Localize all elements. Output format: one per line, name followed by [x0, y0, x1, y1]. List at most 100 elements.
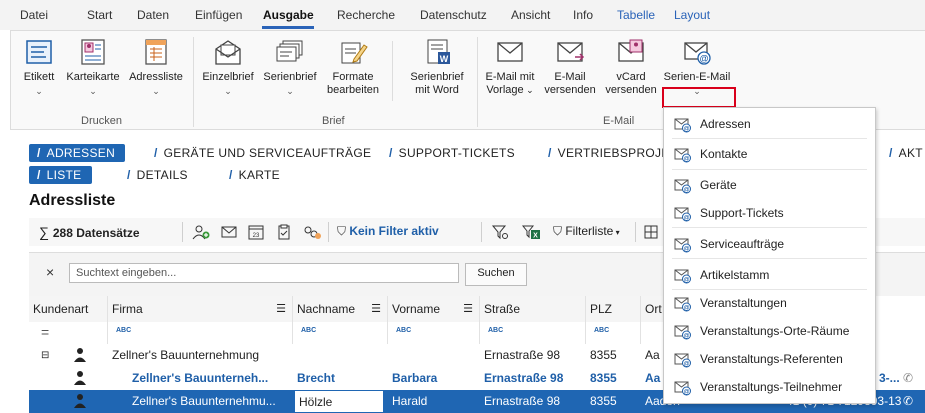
search-button[interactable]: Suchen — [465, 263, 527, 286]
col-header-strasse[interactable]: Straße — [480, 296, 586, 322]
tab-support-label: SUPPORT-TICKETS — [398, 146, 515, 160]
grid-view-icon[interactable] — [643, 224, 659, 243]
email-vorlage-label-1: E-Mail mit — [485, 71, 535, 83]
cell-firma: Zellner's Bauunterneh... — [132, 371, 269, 385]
vcard-versenden-button[interactable]: vCard versenden — [601, 37, 661, 97]
svg-text:X: X — [533, 233, 538, 240]
clear-search-icon[interactable]: × — [46, 264, 54, 280]
filter-cell-nachname[interactable]: ABC — [293, 322, 388, 344]
dropdown-item-veranstaltungs-referenten[interactable]: @ Veranstaltungs-Referenten — [664, 346, 875, 372]
person-icon — [69, 390, 99, 413]
dropdown-item-adressen[interactable]: @ Adressen — [664, 111, 875, 137]
excel-export-icon[interactable]: X — [521, 224, 541, 243]
equals-icon: = — [41, 324, 50, 340]
karteikarte-label: Karteikarte — [66, 71, 120, 83]
email-at-icon: @ — [674, 118, 691, 133]
filter-cell-vorname[interactable]: ABC — [388, 322, 480, 344]
menu-daten[interactable]: Daten — [137, 8, 169, 22]
dropdown-item-geraete[interactable]: @ Geräte — [664, 172, 875, 198]
active-tab-underline — [262, 26, 314, 29]
tab-liste[interactable]: / LISTE — [29, 166, 92, 184]
col-header-kundenart[interactable]: Kundenart — [29, 296, 108, 322]
tab-karte[interactable]: / KARTE — [229, 168, 280, 182]
link-icon[interactable] — [302, 224, 322, 243]
serienbrief-button[interactable]: Serienbrief ⌄ — [260, 37, 320, 98]
phone-icon[interactable]: ✆ — [899, 367, 919, 390]
tab-aktivitaeten[interactable]: / AKT — [889, 146, 923, 160]
dropdown-item-label: Veranstaltungs-Teilnehmer — [700, 380, 843, 394]
menu-datenschutz[interactable]: Datenschutz — [420, 8, 487, 22]
dropdown-item-veranstaltungs-teilnehmer[interactable]: @ Veranstaltungs-Teilnehmer — [664, 374, 875, 400]
mail-icon[interactable] — [220, 224, 238, 243]
cell-nachname-editor[interactable]: Hölzle — [294, 390, 384, 413]
tab-geraete[interactable]: / GERÄTE UND SERVICEAUFTRÄGE — [154, 146, 371, 160]
sum-icon: ∑ — [39, 224, 53, 240]
filterliste-dropdown[interactable]: ⛉ Filterliste ▾ — [553, 224, 620, 239]
add-contact-icon[interactable] — [192, 224, 210, 243]
collapse-icon[interactable]: ⊟ — [37, 344, 57, 367]
filter-status[interactable]: ⛉ Kein Filter aktiv — [337, 224, 439, 239]
dropdown-item-veranstaltungs-orte[interactable]: @ Veranstaltungs-Orte-Räume — [664, 318, 875, 344]
cell-nachname: Brecht — [297, 371, 336, 385]
serial-letter-icon — [276, 40, 303, 62]
tab-adressen[interactable]: / ADRESSEN — [29, 144, 126, 162]
filter-lines-icon[interactable]: ☰ — [276, 296, 286, 322]
menu-datei[interactable]: Datei — [20, 8, 48, 22]
phone-icon[interactable]: ✆ — [899, 390, 919, 413]
menu-ansicht[interactable]: Ansicht — [511, 8, 550, 22]
label-icon — [26, 40, 52, 64]
menu-recherche[interactable]: Recherche — [337, 8, 395, 22]
filter-cell-kundenart[interactable]: = — [29, 322, 108, 344]
dropdown-item-serviceauftraege[interactable]: @ Serviceaufträge — [664, 231, 875, 257]
vcard-label-1: vCard — [616, 71, 646, 83]
chevron-down-icon: ⌄ — [224, 86, 232, 96]
email-at-icon: @ — [674, 238, 691, 253]
col-header-plz[interactable]: PLZ — [586, 296, 641, 322]
menu-layout[interactable]: Layout — [674, 8, 710, 22]
filter-lines-icon[interactable]: ☰ — [371, 296, 381, 322]
adressliste-button[interactable]: Adressliste ⌄ — [126, 37, 186, 98]
einzelbrief-label: Einzelbrief — [202, 71, 254, 83]
word-serial-letter-icon: W — [427, 39, 450, 64]
serienbrief-label: Serienbrief — [263, 71, 317, 83]
menu-tabelle[interactable]: Tabelle — [617, 8, 655, 22]
tab-geraete-label: GERÄTE UND SERVICEAUFTRÄGE — [163, 146, 372, 160]
dropdown-item-veranstaltungen[interactable]: @ Veranstaltungen — [664, 290, 875, 316]
dropdown-item-label: Veranstaltungen — [700, 296, 787, 310]
email-versenden-button[interactable]: E-Mail versenden — [541, 37, 599, 97]
menu-einfuegen[interactable]: Einfügen — [195, 8, 242, 22]
search-input[interactable] — [69, 263, 459, 283]
cell-vorname: Harald — [392, 394, 428, 408]
col-header-vorname[interactable]: Vorname ☰ — [388, 296, 480, 322]
serienbrief-word-button[interactable]: W Serienbrief mit Word — [404, 37, 470, 97]
etikett-button[interactable]: Etikett ⌄ — [19, 37, 59, 98]
col-header-firma[interactable]: Firma ☰ — [108, 296, 293, 322]
filter-settings-icon[interactable] — [491, 224, 509, 243]
filter-status-label: Kein Filter aktiv — [349, 224, 439, 238]
tab-details[interactable]: / DETAILS — [127, 168, 188, 182]
tab-akt-label: AKT — [898, 146, 923, 160]
svg-text:W: W — [440, 54, 449, 64]
filter-cell-strasse[interactable]: ABC — [480, 322, 586, 344]
formate-bearbeiten-button[interactable]: Formate bearbeiten — [323, 37, 383, 97]
menu-start[interactable]: Start — [87, 8, 112, 22]
filter-lines-icon[interactable]: ☰ — [463, 296, 473, 322]
filter-cell-plz[interactable]: ABC — [586, 322, 641, 344]
karteikarte-button[interactable]: Karteikarte ⌄ — [64, 37, 122, 98]
svg-text:@: @ — [700, 54, 709, 64]
tab-vertriebsprojekte[interactable]: / VERTRIEBSPROJEK — [548, 146, 678, 160]
chevron-down-icon: ⌄ — [152, 86, 160, 96]
calendar-icon[interactable]: 23 — [247, 224, 265, 243]
dropdown-item-artikelstamm[interactable]: @ Artikelstamm — [664, 262, 875, 288]
clipboard-icon[interactable] — [275, 224, 293, 243]
col-header-nachname[interactable]: Nachname ☰ — [293, 296, 388, 322]
einzelbrief-button[interactable]: Einzelbrief ⌄ — [199, 37, 257, 98]
menu-ausgabe[interactable]: Ausgabe — [263, 8, 314, 22]
menu-info[interactable]: Info — [573, 8, 593, 22]
dropdown-item-kontakte[interactable]: @ Kontakte — [664, 141, 875, 167]
email-vorlage-button[interactable]: E-Mail mit Vorlage ⌄ — [481, 37, 539, 97]
tab-support-tickets[interactable]: / SUPPORT-TICKETS — [389, 146, 515, 160]
dropdown-item-support-tickets[interactable]: @ Support-Tickets — [664, 200, 875, 226]
filter-cell-firma[interactable]: ABC — [108, 322, 293, 344]
serien-email-dropdown: @ Adressen @ Kontakte @ Geräte @ Support… — [663, 107, 876, 404]
